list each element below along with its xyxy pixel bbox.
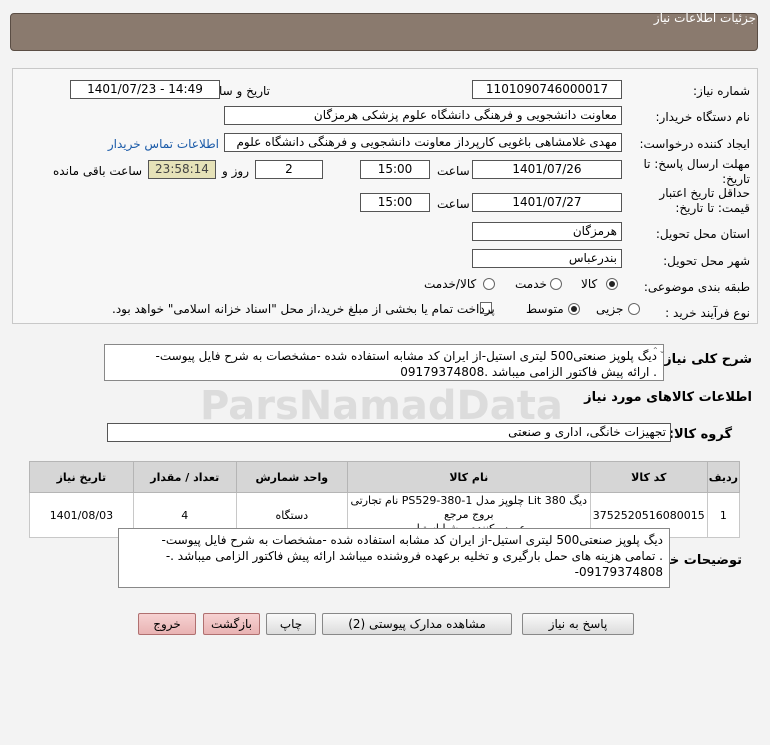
- print-button[interactable]: چاپ: [266, 613, 316, 635]
- category-goods-label: کالا: [581, 277, 598, 291]
- explanation-line-3: 09179374808-: [574, 565, 663, 579]
- days-label: روز و: [222, 164, 249, 178]
- explanation-line-2: . تمامی هزینه های حمل بارگیری و تخلیه بر…: [165, 549, 663, 563]
- col-row: ردیف: [706, 461, 741, 493]
- resize-handle-icon[interactable]: ⌃⌄: [652, 346, 665, 355]
- description-label: شرح کلی نیاز:: [658, 352, 752, 367]
- page-title: جزئیات اطلاعات نیاز: [653, 11, 756, 25]
- days-field: 2: [255, 160, 323, 179]
- table-header-row: ردیف کد کالا نام کالا واحد شمارش تعداد /…: [29, 461, 741, 493]
- col-qty: تعداد / مقدار: [132, 461, 237, 493]
- explanation-textarea: دیگ پلوپز صنعتی500 لیتری استیل-از ایران …: [118, 528, 670, 588]
- cell-row: 1: [706, 492, 741, 538]
- col-name: نام کالا: [346, 461, 591, 493]
- category-goods-service-label: کالا/خدمت: [424, 277, 477, 291]
- deadline-time-label: ساعت: [437, 164, 470, 178]
- items-table: ردیف کد کالا نام کالا واحد شمارش تعداد /…: [29, 461, 741, 538]
- buyer-label: نام دستگاه خریدار:: [655, 110, 751, 124]
- province-field: هرمزگان: [472, 222, 622, 241]
- goods-group-label: گروه کالا:: [668, 427, 732, 442]
- contact-link[interactable]: اطلاعات تماس خریدار: [108, 137, 219, 151]
- deadline-date-field: 1401/07/26: [472, 160, 622, 179]
- category-goods-service-radio[interactable]: [483, 278, 495, 290]
- description-line-2: . ارائه پیش فاکتور الزامی میباشد .091793…: [400, 365, 657, 379]
- creator-field: مهدی غلامشاهی باغویی کارپرداز معاونت دان…: [224, 133, 622, 152]
- creator-label: ایجاد کننده درخواست:: [639, 137, 750, 151]
- need-number-label: شماره نیاز:: [693, 84, 750, 98]
- price-time-field: 15:00: [360, 193, 430, 212]
- announce-field: 1401/07/23 - 14:49: [70, 80, 220, 99]
- need-number-field: 1101090746000017: [472, 80, 622, 99]
- goods-group-field: تجهیزات خانگی، اداری و صنعتی: [107, 423, 671, 442]
- goods-section-title: اطلاعات کالاهای مورد نیاز: [584, 390, 752, 405]
- process-medium-radio[interactable]: [568, 303, 580, 315]
- process-partial-label: جزیی: [596, 302, 624, 316]
- deadline-time-field: 15:00: [360, 160, 430, 179]
- col-unit: واحد شمارش: [235, 461, 348, 493]
- page-header: [10, 13, 758, 51]
- process-label: نوع فرآیند خرید :: [665, 306, 750, 320]
- remaining-timer: 23:58:14: [148, 160, 216, 179]
- deadline-label-2: تاریخ:: [722, 172, 750, 186]
- remaining-label: ساعت باقی مانده: [53, 164, 143, 178]
- explanation-line-1: دیگ پلوپز صنعتی500 لیتری استیل-از ایران …: [161, 533, 663, 547]
- province-label: استان محل تحویل:: [655, 227, 750, 241]
- price-validity-label-2: قیمت: تا تاریخ:: [675, 201, 750, 215]
- category-goods-radio[interactable]: [606, 278, 618, 290]
- category-service-radio[interactable]: [550, 278, 562, 290]
- price-time-label: ساعت: [437, 197, 470, 211]
- deadline-label: مهلت ارسال پاسخ: تا: [643, 157, 750, 171]
- description-textarea: دیگ پلوپز صنعتی500 لیتری استیل-از ایران …: [104, 344, 664, 381]
- col-code: کد کالا: [589, 461, 708, 493]
- category-service-label: خدمت: [515, 277, 547, 291]
- buyer-field: معاونت دانشجویی و فرهنگی دانشگاه علوم پز…: [224, 106, 622, 125]
- col-date: تاریخ نیاز: [29, 461, 134, 493]
- reply-button[interactable]: پاسخ به نیاز: [522, 613, 634, 635]
- back-button[interactable]: بازگشت: [203, 613, 260, 635]
- process-medium-label: متوسط: [526, 302, 564, 316]
- exit-button[interactable]: خروج: [138, 613, 196, 635]
- price-date-field: 1401/07/27: [472, 193, 622, 212]
- category-label: طبقه بندی موضوعی:: [643, 280, 750, 294]
- city-label: شهر محل تحویل:: [663, 254, 750, 268]
- view-attachments-button[interactable]: مشاهده مدارک پیوستی (2): [322, 613, 512, 635]
- cell-name-line-1: دیگ Lit 380 چلوپز مدل PS529-380-1 نام تج…: [350, 494, 588, 521]
- description-line-1: دیگ پلوپز صنعتی500 لیتری استیل-از ایران …: [155, 349, 657, 363]
- city-field: بندرعباس: [472, 249, 622, 268]
- payment-note: پرداخت تمام یا بخشی از مبلغ خرید،از محل …: [112, 302, 495, 316]
- price-validity-label: حداقل تاریخ اعتبار: [659, 186, 750, 200]
- process-partial-radio[interactable]: [628, 303, 640, 315]
